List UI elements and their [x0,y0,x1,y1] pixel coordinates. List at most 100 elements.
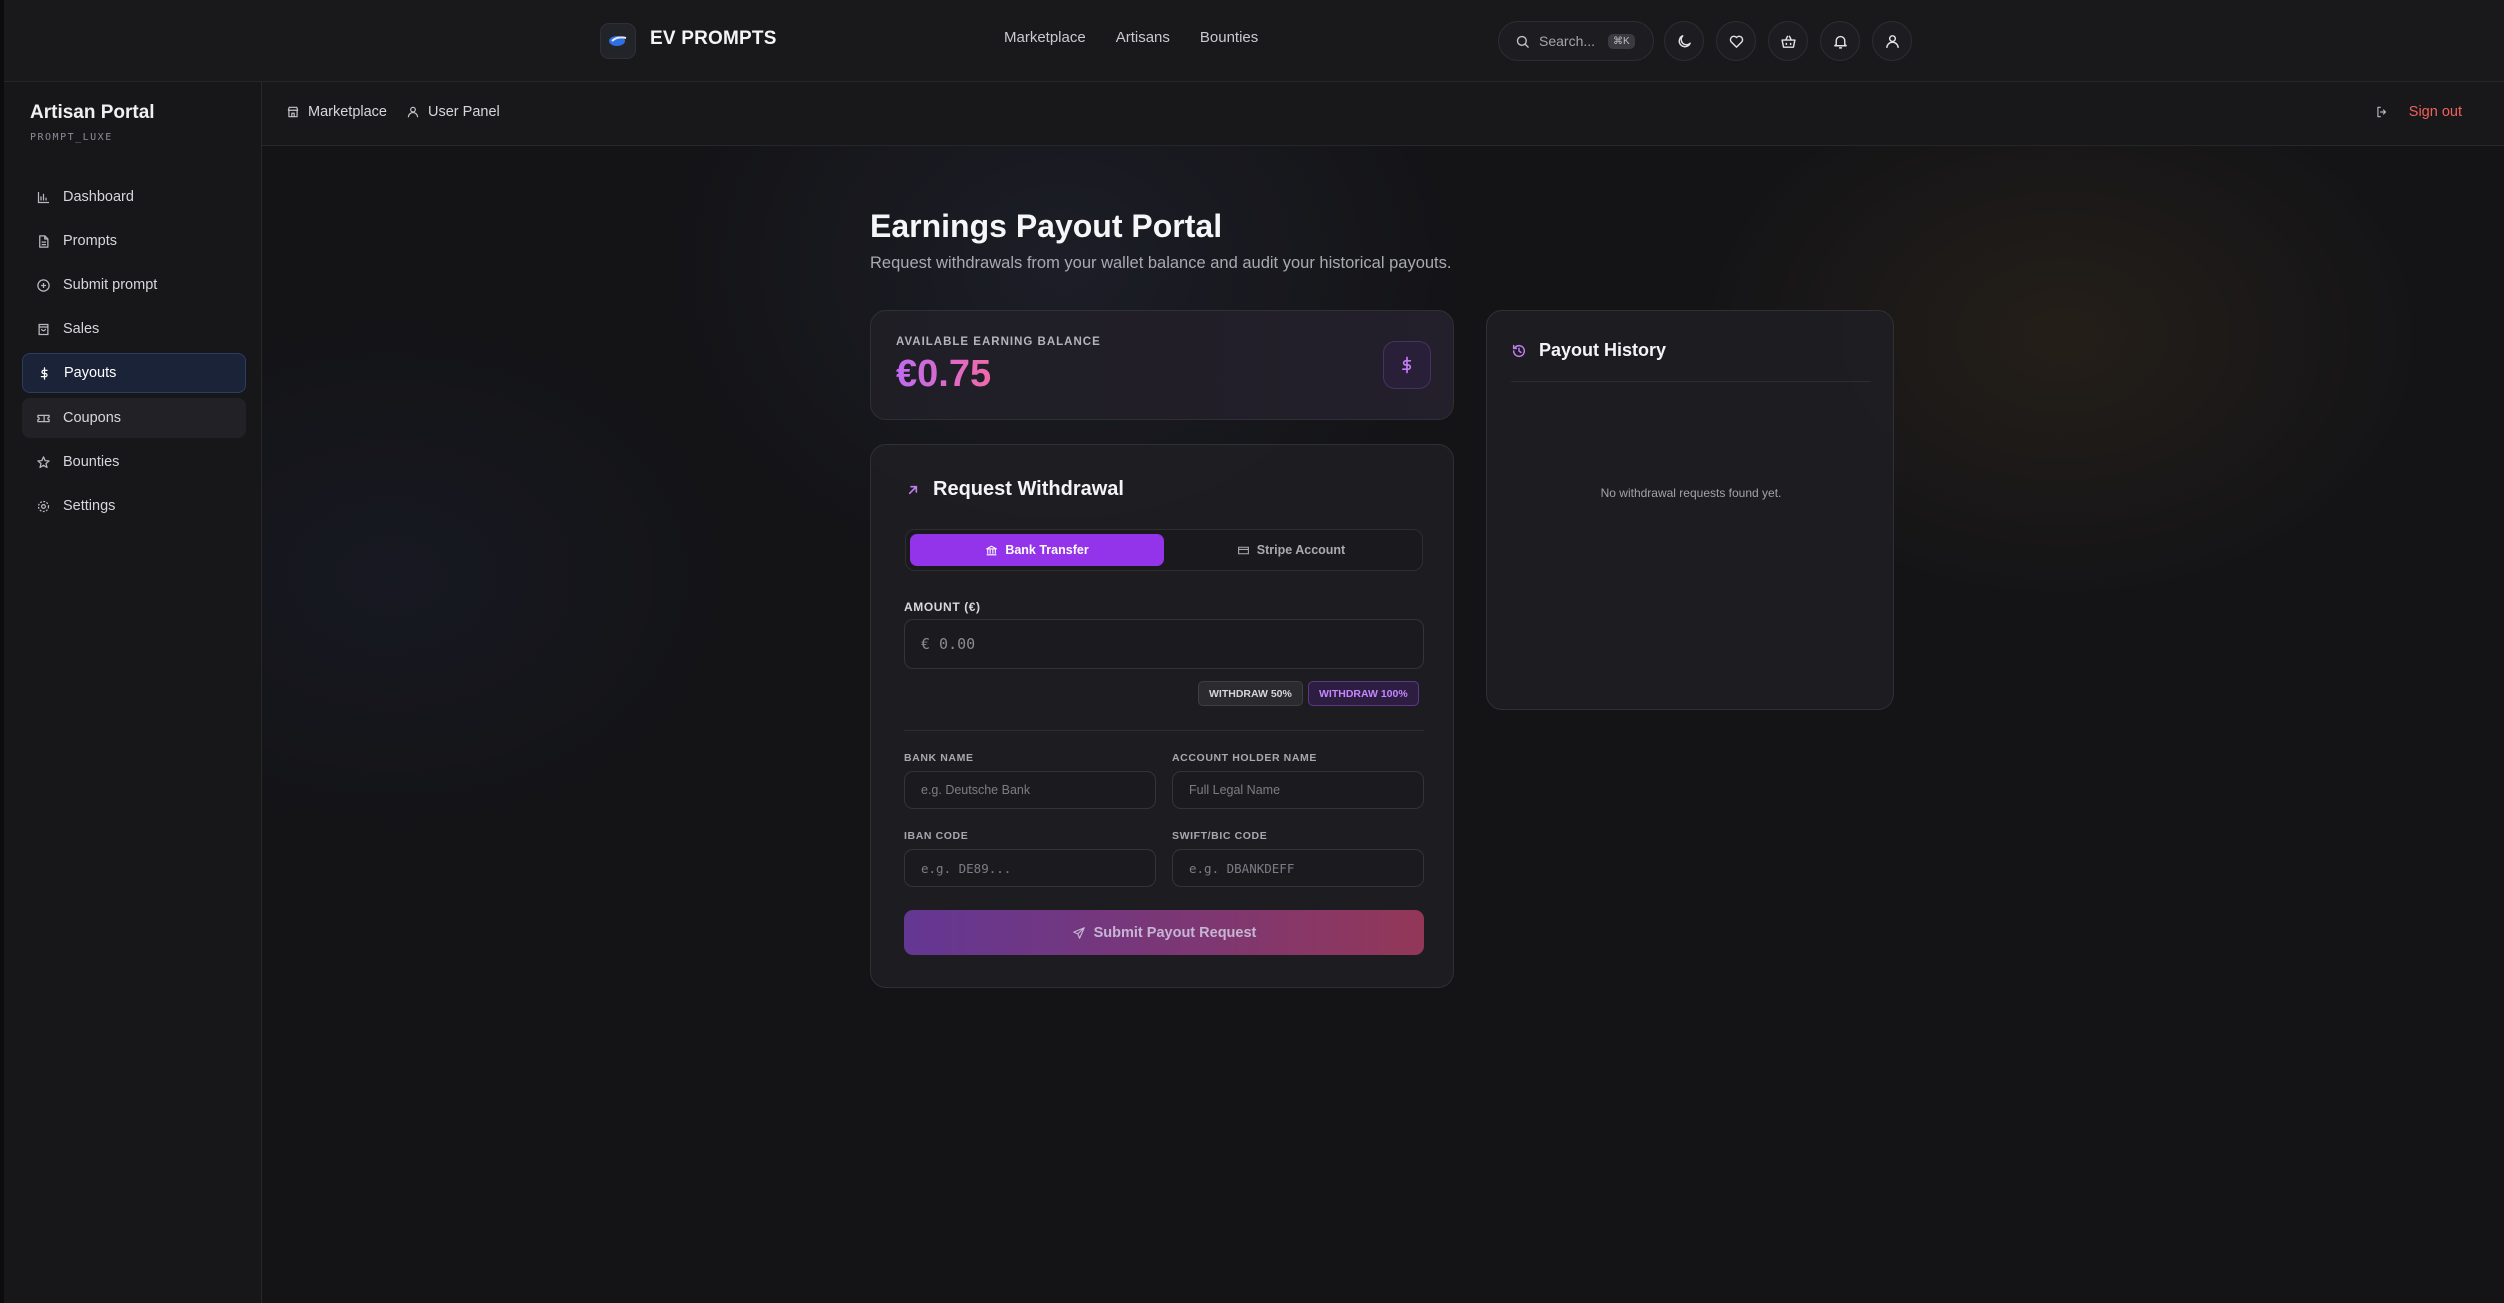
moon-icon [1678,34,1691,47]
nav-bounties[interactable]: Bounties [1200,29,1258,46]
submit-payout-button[interactable]: Submit Payout Request [904,910,1424,955]
amount-label: AMOUNT (€) [904,600,981,614]
sidebar-item-label: Settings [63,498,116,514]
sidebar-item-settings[interactable]: Settings [22,486,246,526]
sign-out-button[interactable]: Sign out [2375,104,2462,120]
user-icon [407,106,419,118]
heart-icon [1729,35,1743,48]
bank-icon [986,545,998,555]
user-icon [1885,34,1899,48]
dollar-icon [1402,356,1412,374]
withdraw-100-button[interactable]: WITHDRAW 100% [1308,681,1419,706]
sidebar: Artisan Portal PROMPT_LUXE Dashboard Pro… [4,82,262,1303]
page-title: Earnings Payout Portal [870,208,1223,244]
payout-history-title: Payout History [1539,340,1667,360]
form-divider [904,730,1424,731]
top-nav: Marketplace Artisans Bounties [1004,29,1258,46]
bar-chart-icon [37,191,50,203]
account-holder-label: ACCOUNT HOLDER NAME [1172,752,1317,764]
theme-toggle-button[interactable] [1664,21,1704,61]
bag-icon [38,323,49,335]
notifications-button[interactable] [1820,21,1860,61]
sub-header: Marketplace User Panel Sign out [262,82,2504,146]
swift-label: SWIFT/BIC CODE [1172,830,1268,842]
ticket-icon [37,414,50,422]
brand-name[interactable]: EV PROMPTS [650,28,777,50]
sidebar-item-bounties[interactable]: Bounties [22,442,246,482]
crumb-user-panel[interactable]: User Panel [406,104,500,120]
search-placeholder: Search... [1539,33,1596,49]
bank-transfer-tab[interactable]: Bank Transfer [910,534,1164,566]
nav-marketplace[interactable]: Marketplace [1004,29,1086,46]
bank-transfer-label: Bank Transfer [1005,543,1089,557]
top-navbar: EV PROMPTS Marketplace Artisans Bounties… [4,0,2504,82]
page-subtitle: Request withdrawals from your wallet bal… [870,254,1452,272]
bank-name-label: BANK NAME [904,752,974,764]
iban-input[interactable]: e.g. DE89... [904,849,1156,887]
swift-input[interactable]: e.g. DBANKDEFF [1172,849,1424,887]
sidebar-item-dashboard[interactable]: Dashboard [22,177,246,217]
sidebar-item-sales[interactable]: Sales [22,309,246,349]
sign-out-label: Sign out [2408,104,2462,120]
logout-icon [2377,106,2386,118]
crumb-marketplace-label: Marketplace [308,104,387,120]
logo-icon [609,36,627,46]
withdrawal-heading: Request Withdrawal [905,478,1124,501]
balance-badge [1383,341,1431,389]
plus-circle-icon [37,278,50,292]
basket-icon [1780,35,1796,48]
sidebar-item-label: Submit prompt [63,277,158,293]
sidebar-item-label: Sales [63,321,100,337]
main-content: Earnings Payout Portal Request withdrawa… [262,146,2504,1303]
sidebar-item-prompts[interactable]: Prompts [22,221,246,261]
portal-subtitle: PROMPT_LUXE [30,132,113,143]
search-icon [1516,35,1529,48]
submit-payout-label: Submit Payout Request [1093,924,1257,941]
sidebar-item-payouts[interactable]: Payouts [22,353,246,393]
history-divider [1511,381,1871,382]
sidebar-item-label: Prompts [63,233,117,249]
balance-value: €0.75 [896,353,992,395]
crumb-marketplace[interactable]: Marketplace [286,104,387,120]
withdrawal-title: Request Withdrawal [933,478,1124,500]
amount-input[interactable]: € 0.00 [904,619,1424,669]
sidebar-item-submit-prompt[interactable]: Submit prompt [22,265,246,305]
sidebar-item-label: Bounties [63,454,120,470]
cart-button[interactable] [1768,21,1808,61]
iban-label: IBAN CODE [904,830,969,842]
sidebar-item-coupons[interactable]: Coupons [22,398,246,438]
payout-history-heading: Payout History [1511,340,1666,361]
crumb-user-panel-label: User Panel [428,104,500,120]
search-shortcut: ⌘K [1608,33,1635,49]
stripe-account-tab[interactable]: Stripe Account [1164,534,1418,566]
file-icon [39,234,49,248]
search-button[interactable]: Search... ⌘K [1498,21,1654,61]
bell-icon [1833,35,1847,49]
brand-logo[interactable] [600,23,636,59]
sidebar-item-label: Dashboard [63,189,134,205]
account-holder-input[interactable]: Full Legal Name [1172,771,1424,809]
portal-title: Artisan Portal [30,102,155,123]
withdraw-50-button[interactable]: WITHDRAW 50% [1198,681,1303,706]
gear-icon [37,500,50,512]
sidebar-item-label: Coupons [63,410,122,426]
star-icon [37,455,50,468]
favorites-button[interactable] [1716,21,1756,61]
payout-method-toggle: Bank Transfer Stripe Account [905,529,1423,571]
history-icon [1512,344,1526,357]
history-empty-state: No withdrawal requests found yet. [1600,486,1782,500]
store-icon [287,106,299,118]
arrow-up-right-icon [908,485,918,494]
withdrawal-card: Request Withdrawal Bank Transfer Stripe … [870,444,1454,988]
bank-name-input[interactable]: e.g. Deutsche Bank [904,771,1156,809]
credit-card-icon [1237,546,1249,554]
balance-label: AVAILABLE EARNING BALANCE [896,336,1101,348]
sidebar-item-label: Payouts [64,365,117,381]
stripe-account-label: Stripe Account [1256,543,1346,557]
balance-card: AVAILABLE EARNING BALANCE €0.75 [870,310,1454,420]
nav-artisans[interactable]: Artisans [1116,29,1170,46]
send-icon [1072,926,1085,939]
payout-history-card: Payout History No withdrawal requests fo… [1486,310,1894,710]
profile-button[interactable] [1872,21,1912,61]
dollar-icon [40,366,48,380]
